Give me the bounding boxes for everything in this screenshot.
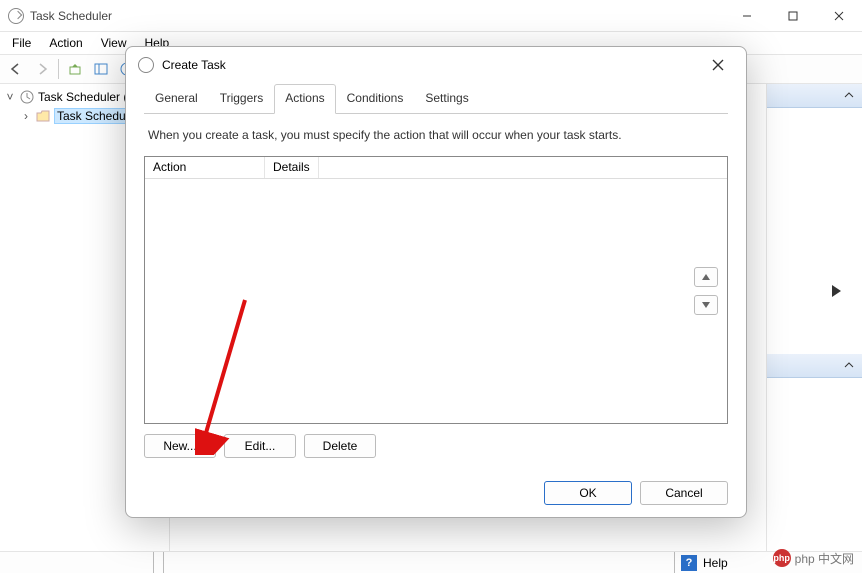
folder-icon	[36, 109, 50, 123]
up-button[interactable]	[63, 57, 87, 81]
watermark-text: php 中文网	[795, 550, 854, 567]
collapse-up-icon	[844, 360, 854, 370]
statusbar: ? Help	[0, 551, 862, 573]
actions-hint: When you create a task, you must specify…	[144, 114, 728, 156]
tab-conditions[interactable]: Conditions	[336, 84, 415, 114]
order-buttons	[694, 267, 718, 315]
task-scheduler-icon	[8, 8, 24, 24]
clock-icon	[20, 90, 34, 104]
create-task-dialog: Create Task General Triggers Actions Con…	[125, 46, 747, 518]
watermark-logo: php	[773, 549, 791, 567]
dialog-title: Create Task	[162, 58, 226, 72]
window-title: Task Scheduler	[30, 9, 112, 23]
collapse-up-icon	[844, 90, 854, 100]
status-seg-1	[0, 552, 154, 573]
dialog-tabs: General Triggers Actions Conditions Sett…	[144, 83, 728, 114]
dialog-icon	[138, 57, 154, 73]
col-action[interactable]: Action	[145, 157, 265, 178]
back-button[interactable]	[4, 57, 28, 81]
tab-triggers[interactable]: Triggers	[209, 84, 275, 114]
main-titlebar: Task Scheduler	[0, 0, 862, 32]
cancel-button[interactable]: Cancel	[640, 481, 728, 505]
watermark: php php 中文网	[773, 549, 854, 567]
help-badge-icon: ?	[681, 555, 697, 571]
actions-header[interactable]	[767, 84, 862, 108]
tree-root-label: Task Scheduler (L	[38, 90, 134, 104]
dialog-titlebar: Create Task	[126, 47, 746, 83]
forward-button[interactable]	[30, 57, 54, 81]
close-button[interactable]	[816, 0, 862, 32]
dialog-close-button[interactable]	[702, 49, 734, 81]
minimize-button[interactable]	[724, 0, 770, 32]
ok-button[interactable]: OK	[544, 481, 632, 505]
move-down-button[interactable]	[694, 295, 718, 315]
actions-header-2[interactable]	[767, 354, 862, 378]
move-up-button[interactable]	[694, 267, 718, 287]
dialog-body: General Triggers Actions Conditions Sett…	[126, 83, 746, 469]
tab-settings[interactable]: Settings	[414, 84, 479, 114]
maximize-button[interactable]	[770, 0, 816, 32]
expand-icon[interactable]: ›	[20, 109, 32, 123]
tab-general[interactable]: General	[144, 84, 209, 114]
collapse-icon[interactable]: ˅	[4, 90, 16, 104]
status-help-label: Help	[703, 556, 728, 570]
dialog-footer: OK Cancel	[126, 469, 746, 517]
menu-file[interactable]: File	[4, 34, 39, 52]
delete-button[interactable]: Delete	[304, 434, 376, 458]
col-details[interactable]: Details	[265, 157, 319, 178]
toolbar-separator	[58, 59, 59, 79]
window-controls	[724, 0, 862, 32]
play-icon[interactable]	[830, 284, 842, 298]
edit-button[interactable]: Edit...	[224, 434, 296, 458]
action-buttons-row: New... Edit... Delete	[144, 424, 728, 468]
menu-action[interactable]: Action	[41, 34, 90, 52]
actions-listbox[interactable]: Action Details	[144, 156, 728, 424]
panel-button[interactable]	[89, 57, 113, 81]
list-header: Action Details	[145, 157, 727, 179]
status-help[interactable]: ? Help	[674, 552, 728, 573]
status-grip[interactable]	[154, 552, 164, 573]
new-button[interactable]: New...	[144, 434, 216, 458]
actions-panel	[766, 84, 862, 551]
tab-actions[interactable]: Actions	[274, 84, 335, 114]
